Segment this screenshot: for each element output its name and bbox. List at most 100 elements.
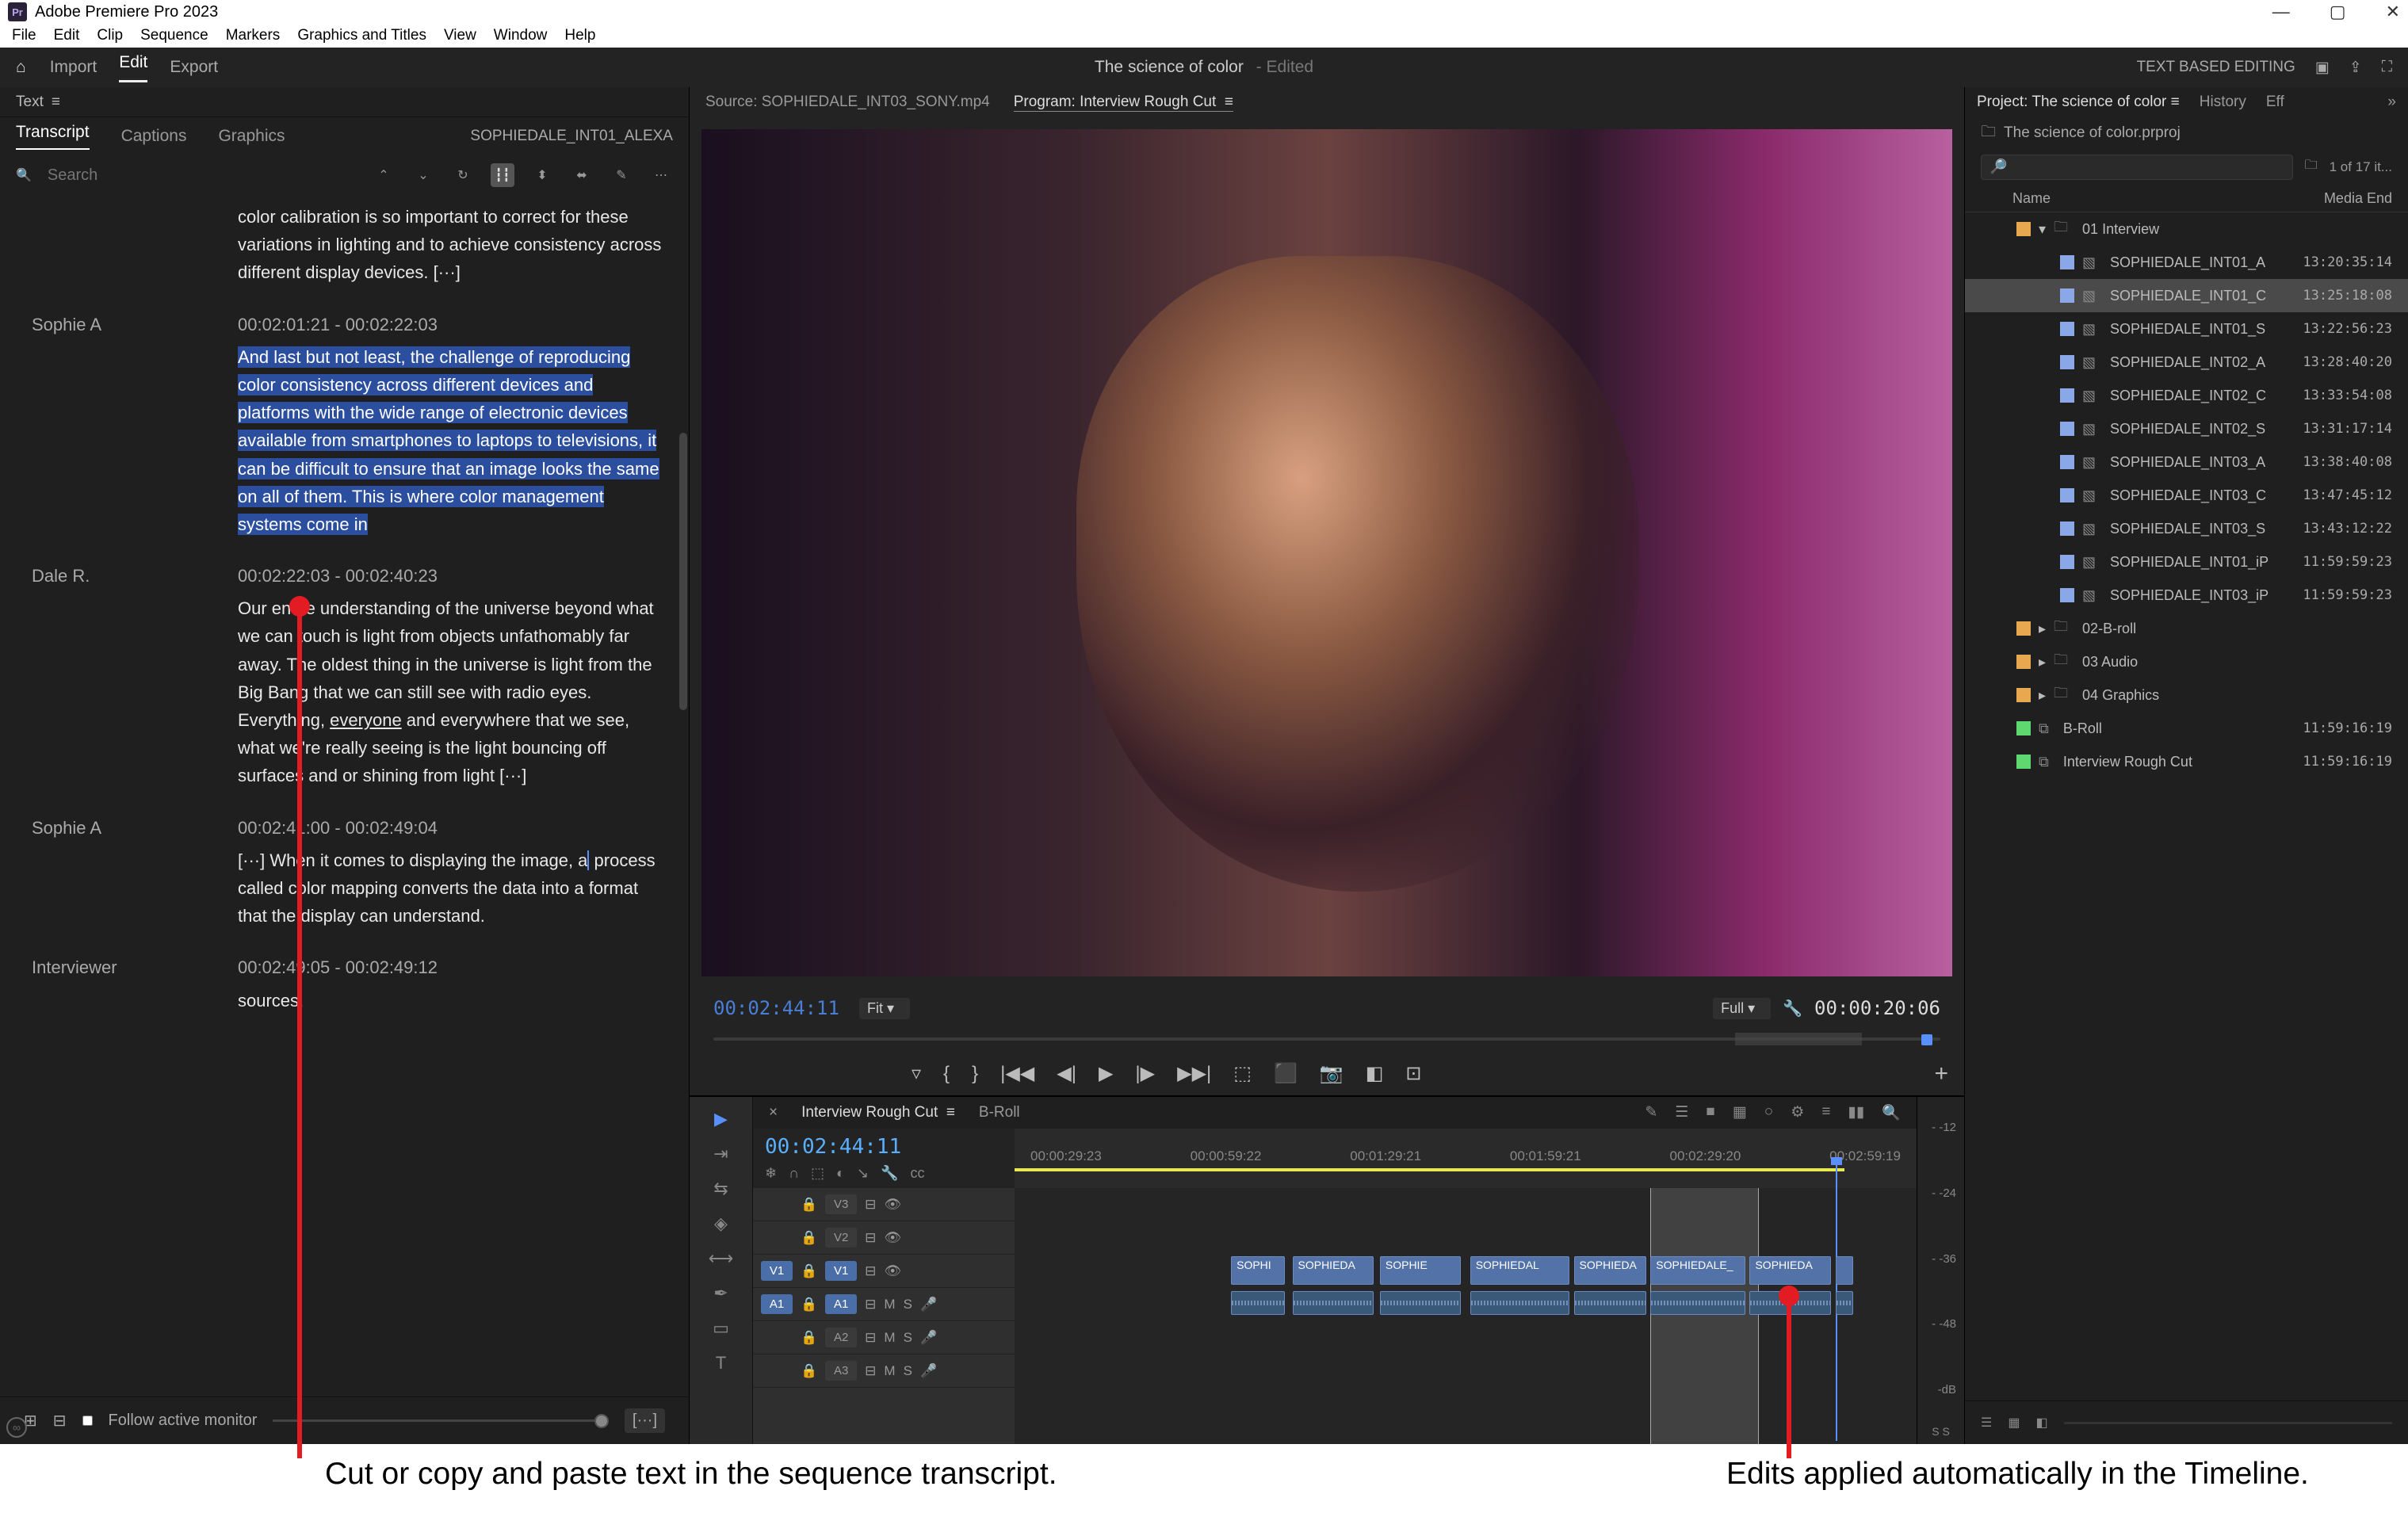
more-icon[interactable]: ⋯ [649,163,673,187]
expand-icon[interactable]: ▸ [2039,621,2046,637]
video-clip[interactable]: SOPHIE [1380,1256,1461,1285]
timecode-in[interactable]: 00:02:44:11 [713,997,839,1019]
mark-in-icon[interactable]: { [943,1063,950,1085]
overflow-icon[interactable]: » [2387,94,2396,111]
tl-icon-5[interactable]: ↘ [857,1165,869,1182]
menu-edit[interactable]: Edit [54,27,80,44]
track-v1[interactable]: V1 [825,1261,857,1281]
type-tool-icon[interactable]: T [716,1353,726,1374]
audio-clip[interactable] [1231,1291,1285,1315]
menu-markers[interactable]: Markers [226,27,281,44]
prev-icon[interactable]: ⌃ [372,163,396,187]
step-back-icon[interactable]: ◀| [1057,1062,1076,1085]
tab-transcript[interactable]: Transcript [16,123,90,150]
audio-clip[interactable] [1470,1291,1569,1315]
linked-sel-icon[interactable]: ☰ [1675,1103,1688,1122]
go-to-out-icon[interactable]: ▶▶| [1177,1062,1211,1085]
selection-tool-icon[interactable]: ▶ [714,1109,728,1129]
transcript-text[interactable]: sources. [238,987,665,1014]
expand-icon[interactable]: ▸ [2039,654,2046,671]
menu-view[interactable]: View [444,27,476,44]
menu-window[interactable]: Window [494,27,548,44]
maximize-button[interactable]: ▢ [2330,2,2346,22]
tl-icon-4[interactable]: ◐ [836,1165,845,1182]
transcript-text[interactable]: color calibration is so important to cor… [238,203,665,287]
razor-tool-icon[interactable]: ◈ [714,1213,728,1234]
tab-graphics[interactable]: Graphics [218,127,285,146]
quick-export-icon[interactable]: ▣ [2315,59,2330,77]
creative-cloud-icon[interactable]: ∞ [6,1417,27,1438]
export-frame-icon[interactable]: 📷 [1320,1062,1344,1085]
track-select-tool-icon[interactable]: ⇥ [713,1144,728,1164]
menu-file[interactable]: File [12,27,36,44]
menu-graphics[interactable]: Graphics and Titles [297,27,426,44]
project-item[interactable]: ▧SOPHIEDALE_INT01_iP11:59:59:23 [1965,545,2408,579]
extract-icon[interactable]: ⬛ [1274,1062,1298,1085]
wrench-icon2[interactable]: ⚙ [1791,1103,1804,1122]
project-item[interactable]: ▸🗀04 Graphics [1965,678,2408,712]
video-clip[interactable]: SOPHIEDA [1293,1256,1374,1285]
track-v2[interactable]: V2 [825,1228,857,1247]
fit-select[interactable]: Fit ▾ [859,998,910,1019]
ws-edit[interactable]: Edit [119,53,147,82]
col-name[interactable]: Name [2012,190,2051,207]
text-panel-title[interactable]: Text [16,94,44,111]
marker-icon2[interactable]: ○ [1764,1103,1773,1122]
video-clip[interactable]: SOPHIEDALE_ [1650,1256,1745,1285]
history-tab[interactable]: History [2200,94,2246,111]
breadcrumb[interactable]: The science of color.prproj [2004,124,2181,142]
track-a1[interactable]: A1 [825,1294,857,1314]
list-view-icon[interactable]: ☰ [1981,1415,1992,1431]
refresh-icon[interactable]: ↻ [451,163,475,187]
step-fwd-icon[interactable]: |▶ [1135,1062,1155,1085]
tl-icon-7[interactable]: cc [910,1165,924,1182]
project-list[interactable]: ▾🗀01 Interview▧SOPHIEDALE_INT01_A13:20:3… [1965,212,2408,1400]
ws-import[interactable]: Import [50,58,97,77]
monitor-scrubber[interactable] [690,1028,1964,1052]
merge-icon[interactable]: ⬌ [570,163,594,187]
home-icon[interactable]: ⌂ [16,58,26,77]
next-icon[interactable]: ⌄ [411,163,435,187]
source-a1[interactable]: A1 [761,1294,793,1314]
bin-icon[interactable]: 🗀 [1981,120,1996,146]
project-search[interactable] [1981,155,2293,180]
tl-icon-3[interactable]: ⬚ [811,1165,824,1182]
track-a3[interactable]: A3 [825,1361,857,1381]
video-clip[interactable]: SOPHIEDA [1749,1256,1830,1285]
project-item[interactable]: ▧SOPHIEDALE_INT02_A13:28:40:20 [1965,346,2408,379]
project-item[interactable]: ▧SOPHIEDALE_INT02_S13:31:17:14 [1965,412,2408,445]
text-based-editing[interactable]: TEXT BASED EDITING [2137,59,2295,76]
icon-overwrite[interactable]: ⊟ [53,1411,67,1431]
hand-tool-icon[interactable]: ▭ [713,1318,729,1339]
project-item[interactable]: ▧SOPHIEDALE_INT01_A13:20:35:14 [1965,246,2408,279]
tl-icon-6[interactable]: 🔧 [881,1165,898,1182]
comparison-icon[interactable]: ◧ [1366,1062,1384,1085]
button-editor-icon[interactable]: + [1934,1060,1948,1087]
mark-out-icon[interactable]: } [972,1063,978,1085]
time-ruler[interactable]: 00:00:29:23 00:00:59:22 00:01:29:21 00:0… [1015,1129,1917,1188]
wrench-icon[interactable]: 🔧 [1783,999,1802,1018]
transcript-body[interactable]: color calibration is so important to cor… [0,195,689,1396]
project-tab[interactable]: Project: The science of color ≡ [1977,94,2180,111]
timecode-out[interactable]: 00:00:20:06 [1814,997,1940,1019]
col-media-end[interactable]: Media End [2324,190,2392,207]
pen-tool-icon[interactable]: ✒ [713,1283,728,1304]
ripple-tool-icon[interactable]: ⇆ [713,1179,728,1199]
add-marker-icon[interactable]: ▿ [912,1062,921,1085]
project-item[interactable]: ▧SOPHIEDALE_INT03_iP11:59:59:23 [1965,579,2408,612]
new-bin-icon[interactable]: 🗀 [2305,156,2318,178]
project-item[interactable]: ▧SOPHIEDALE_INT03_C13:47:45:12 [1965,479,2408,512]
search-input[interactable] [48,166,166,185]
expand-icon[interactable]: ▾ [2039,221,2046,238]
video-clip[interactable] [1836,1256,1854,1285]
project-item[interactable]: ⧉Interview Rough Cut11:59:16:19 [1965,745,2408,778]
menu-clip[interactable]: Clip [97,27,123,44]
lift-icon[interactable]: ⬚ [1233,1062,1252,1085]
slip-tool-icon[interactable]: ⟷ [709,1248,734,1269]
timeline-timecode[interactable]: 00:02:44:11 [765,1135,1003,1159]
project-item[interactable]: ▧SOPHIEDALE_INT01_C13:25:18:08 [1965,279,2408,312]
project-item[interactable]: ▸🗀02-B-roll [1965,612,2408,645]
close-tab-icon[interactable]: × [769,1104,778,1121]
edit-icon[interactable]: ✎ [610,163,633,187]
track-a2[interactable]: A2 [825,1328,857,1347]
